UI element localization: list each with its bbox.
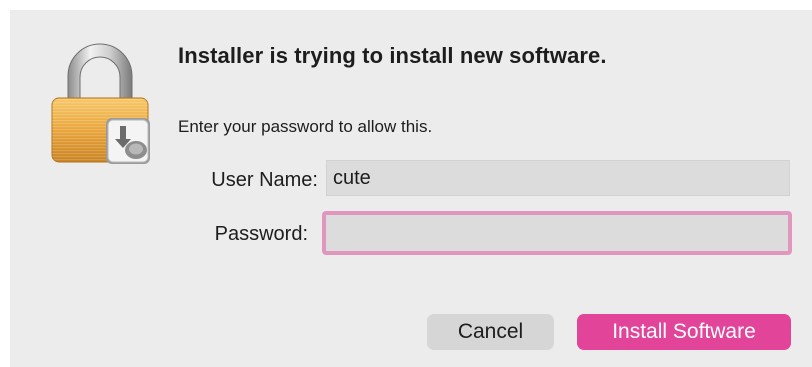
password-field[interactable] [322,211,792,255]
cancel-button[interactable]: Cancel [427,314,554,350]
dialog-title: Installer is trying to install new softw… [178,43,607,68]
dialog-message: Enter your password to allow this. [178,117,433,136]
password-label: Password: [214,223,308,245]
lock-icon [51,43,150,164]
username-field[interactable] [326,160,790,196]
install-software-button[interactable]: Install Software [577,314,791,350]
authentication-dialog: Installer is trying to install new softw… [10,10,812,367]
username-label: User Name: [211,169,318,191]
installer-badge-icon [106,118,150,164]
